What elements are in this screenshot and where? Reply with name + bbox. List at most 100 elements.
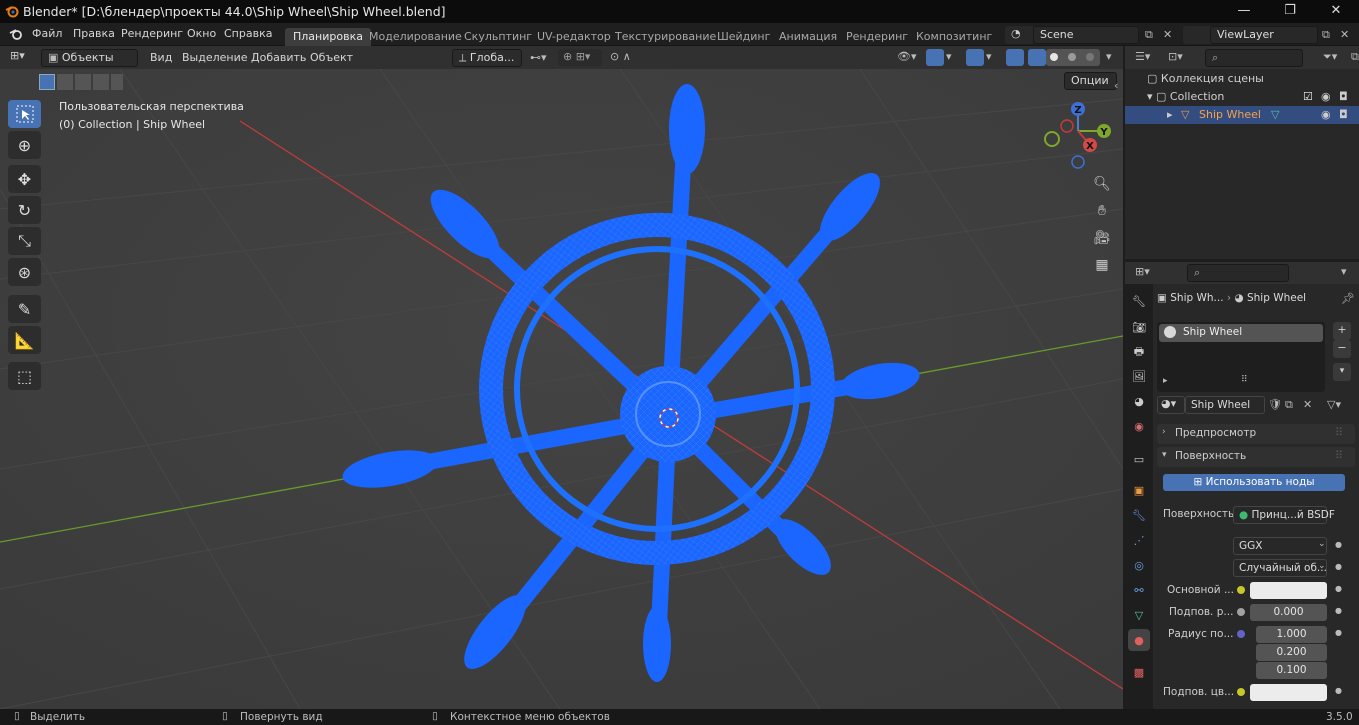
select-extend-icon[interactable] — [57, 74, 73, 90]
method-socket-icon[interactable]: ● — [1335, 562, 1342, 571]
new-view-layer-icon[interactable]: ⧉ — [1322, 28, 1330, 42]
ship-wheel-row[interactable]: ▸ ▽ Ship Wheel ▽ ◉ ◘ — [1125, 106, 1359, 124]
remove-slot-button[interactable]: − — [1333, 340, 1351, 358]
preview-panel-header[interactable]: › Предпросмотр ⠿ — [1157, 424, 1355, 444]
shading-wireframe-button[interactable] — [1028, 49, 1046, 66]
tab-animation[interactable]: Анимация — [771, 28, 845, 46]
unlink-material-icon[interactable]: ✕ — [1303, 398, 1312, 411]
particles-tab-icon[interactable]: ⋰ — [1128, 529, 1150, 551]
options-dropdown[interactable]: Опции — [1064, 72, 1117, 90]
overlay-toggle[interactable] — [966, 49, 984, 66]
use-nodes-button[interactable]: ⊞ Использовать ноды — [1163, 474, 1345, 491]
pan-hand-icon[interactable]: ✋︎ — [1089, 198, 1115, 224]
material-shading-icon[interactable] — [1068, 53, 1076, 61]
grid-view-icon[interactable]: ▦ — [1089, 252, 1115, 278]
material-tab-icon[interactable]: ● — [1128, 629, 1150, 651]
view-layer-tab-icon[interactable]: 🖼︎ — [1128, 365, 1150, 387]
shading-modes[interactable] — [1046, 49, 1100, 66]
subsurface-color-swatch[interactable] — [1250, 684, 1327, 701]
pivot-point-icon[interactable]: ⊷▾ — [530, 51, 547, 64]
annotate-tool[interactable]: ✎ — [8, 295, 41, 323]
output-tab-icon[interactable]: 🖶︎ — [1128, 341, 1150, 363]
material-name-field[interactable]: Ship Wheel — [1185, 396, 1265, 414]
remove-scene-icon[interactable]: ✕ — [1163, 28, 1172, 41]
scene-name-field[interactable]: Scene — [1033, 26, 1139, 44]
fake-user-icon[interactable]: 🛡︎ — [1268, 398, 1282, 411]
row-eye-icon[interactable]: ◉ — [1321, 106, 1331, 124]
tab-rendering[interactable]: Рендеринг — [838, 28, 916, 46]
transform-orientation-select[interactable]: ⟂ Глоба... — [452, 49, 522, 67]
remove-view-layer-icon[interactable]: ✕ — [1340, 28, 1349, 41]
display-mode-icon[interactable]: ⊡▾ — [1168, 50, 1183, 63]
subsurface-field[interactable]: 0.000 — [1250, 604, 1327, 621]
list-resize-handle[interactable]: ⠿ — [1241, 375, 1248, 385]
tab-layout[interactable]: Планировка — [285, 28, 371, 46]
tab-uv-editing[interactable]: UV-редактор — [529, 28, 619, 46]
rendered-shading-icon[interactable] — [1086, 53, 1094, 61]
menu-edit[interactable]: Правка — [73, 27, 115, 40]
tab-texture-paint[interactable]: Текстурирование — [607, 28, 724, 46]
preview-drag-handle[interactable]: ⠿ — [1335, 426, 1343, 439]
menu-view[interactable]: Вид — [150, 51, 172, 64]
subsurface-socket-icon[interactable] — [1237, 608, 1245, 616]
properties-search[interactable]: ⌕ — [1187, 264, 1289, 282]
select-invert-icon[interactable] — [93, 74, 109, 90]
proportional-edit-icon[interactable]: ⊙ ∧ — [610, 50, 631, 63]
surface-drag-handle[interactable]: ⠿ — [1335, 449, 1343, 462]
object-tab-icon[interactable]: ▣ — [1128, 479, 1150, 501]
xray-toggle[interactable] — [1006, 49, 1024, 66]
add-cube-tool[interactable]: ⬚ — [8, 362, 41, 390]
select-intersect-icon[interactable] — [111, 74, 123, 90]
radius-x-field[interactable]: 1.000 — [1256, 626, 1327, 643]
rotate-tool[interactable]: ↻ — [8, 196, 41, 224]
browse-material-button[interactable]: ◕▾ — [1157, 396, 1185, 414]
add-slot-button[interactable]: + — [1333, 322, 1351, 340]
shading-dropdown-icon[interactable]: ▾ — [1106, 50, 1112, 63]
radius-y-field[interactable]: 0.200 — [1256, 644, 1327, 661]
move-tool[interactable]: ✥ — [8, 165, 41, 193]
base-color-socket-icon[interactable] — [1237, 586, 1245, 594]
blender-menu-icon[interactable] — [8, 27, 24, 41]
texture-tab-icon[interactable]: ▩ — [1128, 661, 1150, 683]
constraints-tab-icon[interactable]: ⚯ — [1128, 579, 1150, 601]
menu-add[interactable]: Добавить — [251, 51, 306, 64]
surface-panel-header[interactable]: ▾ Поверхность ⠿ — [1157, 447, 1355, 467]
tool-tab-icon[interactable]: 🔧︎ — [1128, 290, 1150, 312]
visibility-icon[interactable]: 👁▾ — [897, 50, 917, 63]
subsurface-color-socket-icon[interactable] — [1237, 688, 1245, 696]
expand-arrow-icon[interactable]: ▾ — [1147, 90, 1156, 103]
select-subtract-icon[interactable] — [75, 74, 91, 90]
snap-toggle[interactable]: ⊕ ⊞▾ — [558, 49, 602, 66]
distribution-select[interactable]: GGX — [1233, 537, 1327, 555]
base-color-keyframe-icon[interactable]: ● — [1335, 584, 1342, 593]
outliner-type-icon[interactable]: ☰▾ — [1135, 50, 1150, 63]
new-scene-icon[interactable]: ⧉ — [1145, 28, 1153, 42]
subsurface-keyframe-icon[interactable]: ● — [1335, 606, 1342, 615]
data-tab-icon[interactable]: ▽ — [1128, 604, 1150, 626]
scale-tool[interactable]: ⤡ — [8, 227, 41, 255]
3d-viewport[interactable]: Пользовательская перспектива (0) Collect… — [0, 69, 1123, 709]
collection-row[interactable]: ▾ ▢ Collection ☑ ◉ ◘ — [1147, 88, 1357, 106]
editor-type-icon[interactable]: ⊞▾ — [8, 49, 36, 66]
transform-tool[interactable]: ⊛ — [8, 258, 41, 286]
sidebar-toggle-icon[interactable]: ‹ — [1114, 79, 1118, 92]
world-tab-icon[interactable]: ◉ — [1128, 415, 1150, 437]
outliner-search[interactable]: ⌕ — [1205, 49, 1303, 67]
scene-tab-icon[interactable]: ◕ — [1128, 390, 1150, 412]
properties-type-icon[interactable]: ⊞▾ — [1135, 265, 1150, 278]
physics-tab-icon[interactable]: ◎ — [1128, 554, 1150, 576]
base-color-swatch[interactable] — [1250, 582, 1327, 599]
surface-shader-field[interactable]: ● Принц...й BSDF — [1233, 506, 1335, 524]
modifier-tab-icon[interactable]: 🔧︎ — [1128, 504, 1150, 526]
cursor-tool[interactable]: ⊕ — [8, 131, 41, 159]
render-tab-icon[interactable]: 📷︎ — [1128, 316, 1150, 338]
menu-help[interactable]: Справка — [224, 27, 272, 40]
eye-icon[interactable]: ◉ — [1321, 88, 1331, 106]
subsurface-color-keyframe-icon[interactable]: ● — [1335, 686, 1342, 695]
radius-z-field[interactable]: 0.100 — [1256, 662, 1327, 679]
tab-shading[interactable]: Шейдинг — [709, 28, 778, 46]
scene-type-button[interactable]: ◔ — [1005, 26, 1035, 44]
measure-tool[interactable]: 📐 — [8, 326, 41, 354]
properties-options-icon[interactable]: ▾ — [1341, 265, 1347, 278]
link-type-icon[interactable]: ▽▾ — [1327, 398, 1341, 411]
